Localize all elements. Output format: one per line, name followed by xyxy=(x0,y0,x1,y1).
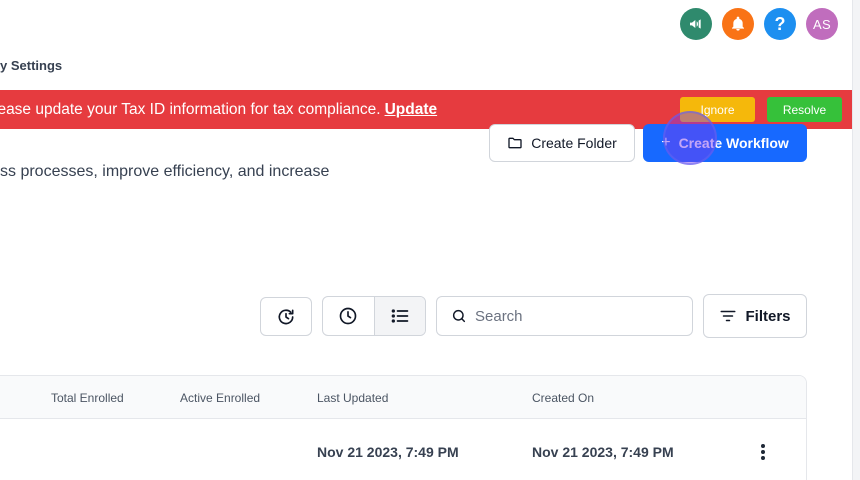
list-view-button[interactable] xyxy=(373,297,425,335)
filters-label: Filters xyxy=(745,307,791,325)
create-folder-label: Create Folder xyxy=(531,135,617,151)
column-header-active-enrolled[interactable]: Active Enrolled xyxy=(180,391,260,405)
clock-icon xyxy=(339,307,357,325)
banner-message-wrap: lease update your Tax ID information for… xyxy=(0,101,437,119)
cell-created-on: Nov 21 2023, 7:49 PM xyxy=(532,444,674,460)
history-button[interactable] xyxy=(260,297,312,336)
page-description: ss processes, improve efficiency, and in… xyxy=(0,163,330,180)
column-header-created-on[interactable]: Created On xyxy=(532,391,594,405)
filters-button[interactable]: Filters xyxy=(703,294,807,338)
avatar[interactable]: AS xyxy=(806,8,838,40)
help-icon[interactable]: ? xyxy=(764,8,796,40)
create-workflow-label: Create Workflow xyxy=(678,135,789,151)
breadcrumb[interactable]: y Settings xyxy=(0,58,62,73)
search-icon xyxy=(452,309,466,323)
clock-view-button[interactable] xyxy=(323,297,374,335)
view-toggle xyxy=(322,296,426,336)
table-row[interactable]: Nov 21 2023, 7:49 PM Nov 21 2023, 7:49 P… xyxy=(0,419,806,480)
table-header: Total Enrolled Active Enrolled Last Upda… xyxy=(0,376,806,419)
folder-icon xyxy=(508,137,522,149)
row-actions-menu-icon[interactable] xyxy=(755,441,771,463)
filter-icon xyxy=(720,310,736,322)
megaphone-icon[interactable] xyxy=(680,8,712,40)
history-icon xyxy=(278,308,294,324)
top-nav-icons: ? AS xyxy=(680,8,838,40)
workflows-table: Total Enrolled Active Enrolled Last Upda… xyxy=(0,375,807,480)
ignore-button[interactable]: Ignore xyxy=(680,97,755,122)
column-header-last-updated[interactable]: Last Updated xyxy=(317,391,388,405)
list-icon xyxy=(391,309,409,323)
search-box xyxy=(436,296,693,336)
avatar-initials: AS xyxy=(813,16,831,32)
column-header-total-enrolled[interactable]: Total Enrolled xyxy=(51,391,124,405)
banner-update-link[interactable]: Update xyxy=(385,101,438,118)
resolve-button[interactable]: Resolve xyxy=(767,97,842,122)
page-scrollbar[interactable] xyxy=(852,0,860,480)
bell-icon[interactable] xyxy=(722,8,754,40)
help-glyph: ? xyxy=(774,13,786,34)
create-workflow-button[interactable]: + Create Workflow xyxy=(643,124,807,162)
plus-icon: + xyxy=(661,134,671,151)
create-folder-button[interactable]: Create Folder xyxy=(489,124,635,162)
cell-last-updated: Nov 21 2023, 7:49 PM xyxy=(317,444,459,460)
banner-message: lease update your Tax ID information for… xyxy=(0,100,381,118)
search-input[interactable] xyxy=(475,307,675,325)
